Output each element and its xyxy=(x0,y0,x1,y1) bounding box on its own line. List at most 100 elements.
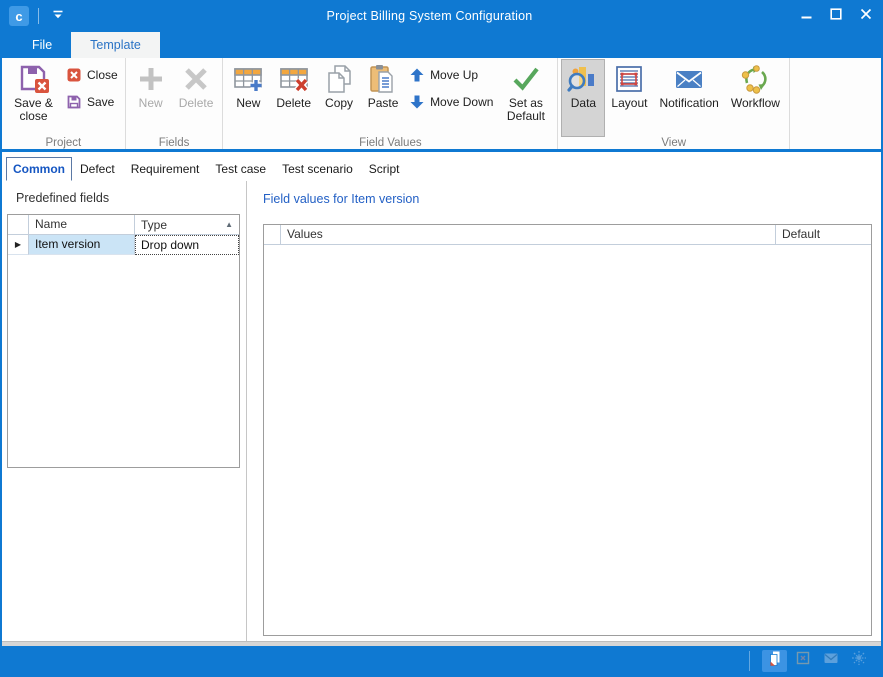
tab-common[interactable]: Common xyxy=(6,157,72,181)
field-values-grid-body[interactable] xyxy=(264,245,871,635)
type-column-label: Type xyxy=(141,218,167,232)
type-column-header[interactable]: Type ▲ xyxy=(135,215,239,234)
title-bar: c Project Billing System Configuration xyxy=(2,0,881,32)
table-add-icon xyxy=(232,63,264,95)
arrow-up-icon xyxy=(409,67,425,83)
app-window: c Project Billing System Configuration xyxy=(0,0,883,677)
move-up-button[interactable]: Move Up xyxy=(405,66,497,84)
checkmark-icon xyxy=(510,63,542,95)
tab-script[interactable]: Script xyxy=(361,158,408,181)
minimize-button[interactable] xyxy=(791,0,821,32)
ribbon: Save & close Close Save xyxy=(2,58,881,152)
values-new-label: New xyxy=(236,97,260,110)
field-name-cell[interactable]: Item version xyxy=(29,235,135,255)
ribbon-empty-space xyxy=(790,58,881,149)
field-values-grid[interactable]: Values Default xyxy=(263,224,872,636)
statusbar-workflow-view-button[interactable] xyxy=(846,650,871,672)
name-column-header[interactable]: Name xyxy=(29,215,135,234)
save-label: Save xyxy=(87,95,114,109)
move-down-label: Move Down xyxy=(430,95,493,109)
fields-delete-label: Delete xyxy=(179,97,214,110)
plus-disabled-icon xyxy=(135,63,167,95)
values-row-indicator-column-header xyxy=(264,225,281,244)
app-icon[interactable]: c xyxy=(9,6,29,26)
tab-defect[interactable]: Defect xyxy=(72,158,123,181)
set-as-default-label: Set as Default xyxy=(503,97,548,123)
view-workflow-label: Workflow xyxy=(731,97,780,110)
tab-test-case[interactable]: Test case xyxy=(207,158,274,181)
tab-test-scenario[interactable]: Test scenario xyxy=(274,158,361,181)
statusbar-layout-view-button[interactable] xyxy=(790,650,815,672)
view-group-label: View xyxy=(558,136,789,150)
ribbon-tab-file[interactable]: File xyxy=(13,32,71,58)
fields-new-button[interactable]: New xyxy=(129,59,173,137)
predefined-fields-grid[interactable]: Name Type ▲ ▶ Item version Drop down xyxy=(7,214,240,468)
view-data-label: Data xyxy=(571,97,596,110)
save-and-close-label: Save & close xyxy=(11,97,56,123)
predefined-fields-grid-header: Name Type ▲ xyxy=(8,215,239,235)
field-values-panel: Field values for Item version Values Def… xyxy=(247,181,881,641)
field-type-cell[interactable]: Drop down xyxy=(135,235,239,255)
predefined-fields-title: Predefined fields xyxy=(16,191,246,205)
ribbon-tab-bar: File Template xyxy=(2,32,881,58)
save-close-icon xyxy=(18,63,50,95)
ribbon-group-project: Save & close Close Save xyxy=(2,58,126,149)
paste-icon xyxy=(367,63,399,95)
paste-label: Paste xyxy=(368,97,399,110)
move-up-label: Move Up xyxy=(430,68,478,82)
field-values-grid-header: Values Default xyxy=(264,225,871,245)
window-title: Project Billing System Configuration xyxy=(68,9,791,23)
chevron-down-icon xyxy=(52,7,64,25)
values-delete-button[interactable]: Delete xyxy=(270,59,317,137)
fields-group-label: Fields xyxy=(126,136,223,150)
current-row-indicator: ▶ xyxy=(8,235,29,255)
layout-box-icon xyxy=(795,650,811,671)
set-as-default-button[interactable]: Set as Default xyxy=(497,59,554,137)
row-indicator-column-header xyxy=(8,215,29,234)
view-notification-label: Notification xyxy=(659,97,718,110)
close-project-label: Close xyxy=(87,68,118,82)
quick-access-dropdown-button[interactable] xyxy=(48,6,68,26)
values-column-header[interactable]: Values xyxy=(281,225,776,244)
sort-ascending-icon: ▲ xyxy=(225,220,233,229)
arrow-down-icon xyxy=(409,94,425,110)
table-delete-icon xyxy=(278,63,310,95)
copy-button[interactable]: Copy xyxy=(317,59,361,137)
envelope-small-icon xyxy=(823,650,839,671)
ribbon-group-view: Data Layout xyxy=(558,58,790,149)
save-and-close-button[interactable]: Save & close xyxy=(5,59,62,137)
save-button[interactable]: Save xyxy=(62,93,122,111)
view-workflow-button[interactable]: Workflow xyxy=(725,59,786,137)
save-icon xyxy=(66,94,82,110)
view-layout-button[interactable]: Layout xyxy=(605,59,653,137)
field-values-title: Field values for Item version xyxy=(263,192,881,206)
document-tab-strip: Common Defect Requirement Test case Test… xyxy=(2,152,881,181)
ribbon-group-field-values: New Delete xyxy=(223,58,558,149)
maximize-button[interactable] xyxy=(821,0,851,32)
fields-delete-button[interactable]: Delete xyxy=(173,59,220,137)
view-data-button[interactable]: Data xyxy=(561,59,605,137)
envelope-icon xyxy=(673,63,705,95)
statusbar-data-view-button[interactable] xyxy=(762,650,787,672)
values-new-button[interactable]: New xyxy=(226,59,270,137)
move-down-button[interactable]: Move Down xyxy=(405,93,497,111)
default-column-header[interactable]: Default xyxy=(776,225,871,244)
view-layout-label: Layout xyxy=(611,97,647,110)
field-values-group-label: Field Values xyxy=(223,136,557,150)
x-disabled-icon xyxy=(180,63,212,95)
copy-label: Copy xyxy=(325,97,353,110)
close-window-button[interactable] xyxy=(851,0,881,32)
minimize-icon xyxy=(801,7,812,25)
project-group-label: Project xyxy=(2,136,125,150)
statusbar-notification-view-button[interactable] xyxy=(818,650,843,672)
view-notification-button[interactable]: Notification xyxy=(653,59,724,137)
fields-new-label: New xyxy=(139,97,163,110)
content-area: Predefined fields Name Type ▲ ▶ Item ver… xyxy=(2,181,881,641)
tab-requirement[interactable]: Requirement xyxy=(123,158,208,181)
paste-button[interactable]: Paste xyxy=(361,59,405,137)
data-chart-magnifier-icon xyxy=(567,63,599,95)
table-row[interactable]: ▶ Item version Drop down xyxy=(8,235,239,255)
ribbon-tab-template[interactable]: Template xyxy=(71,32,160,58)
close-project-button[interactable]: Close xyxy=(62,66,122,84)
workflow-burst-icon xyxy=(851,650,867,671)
